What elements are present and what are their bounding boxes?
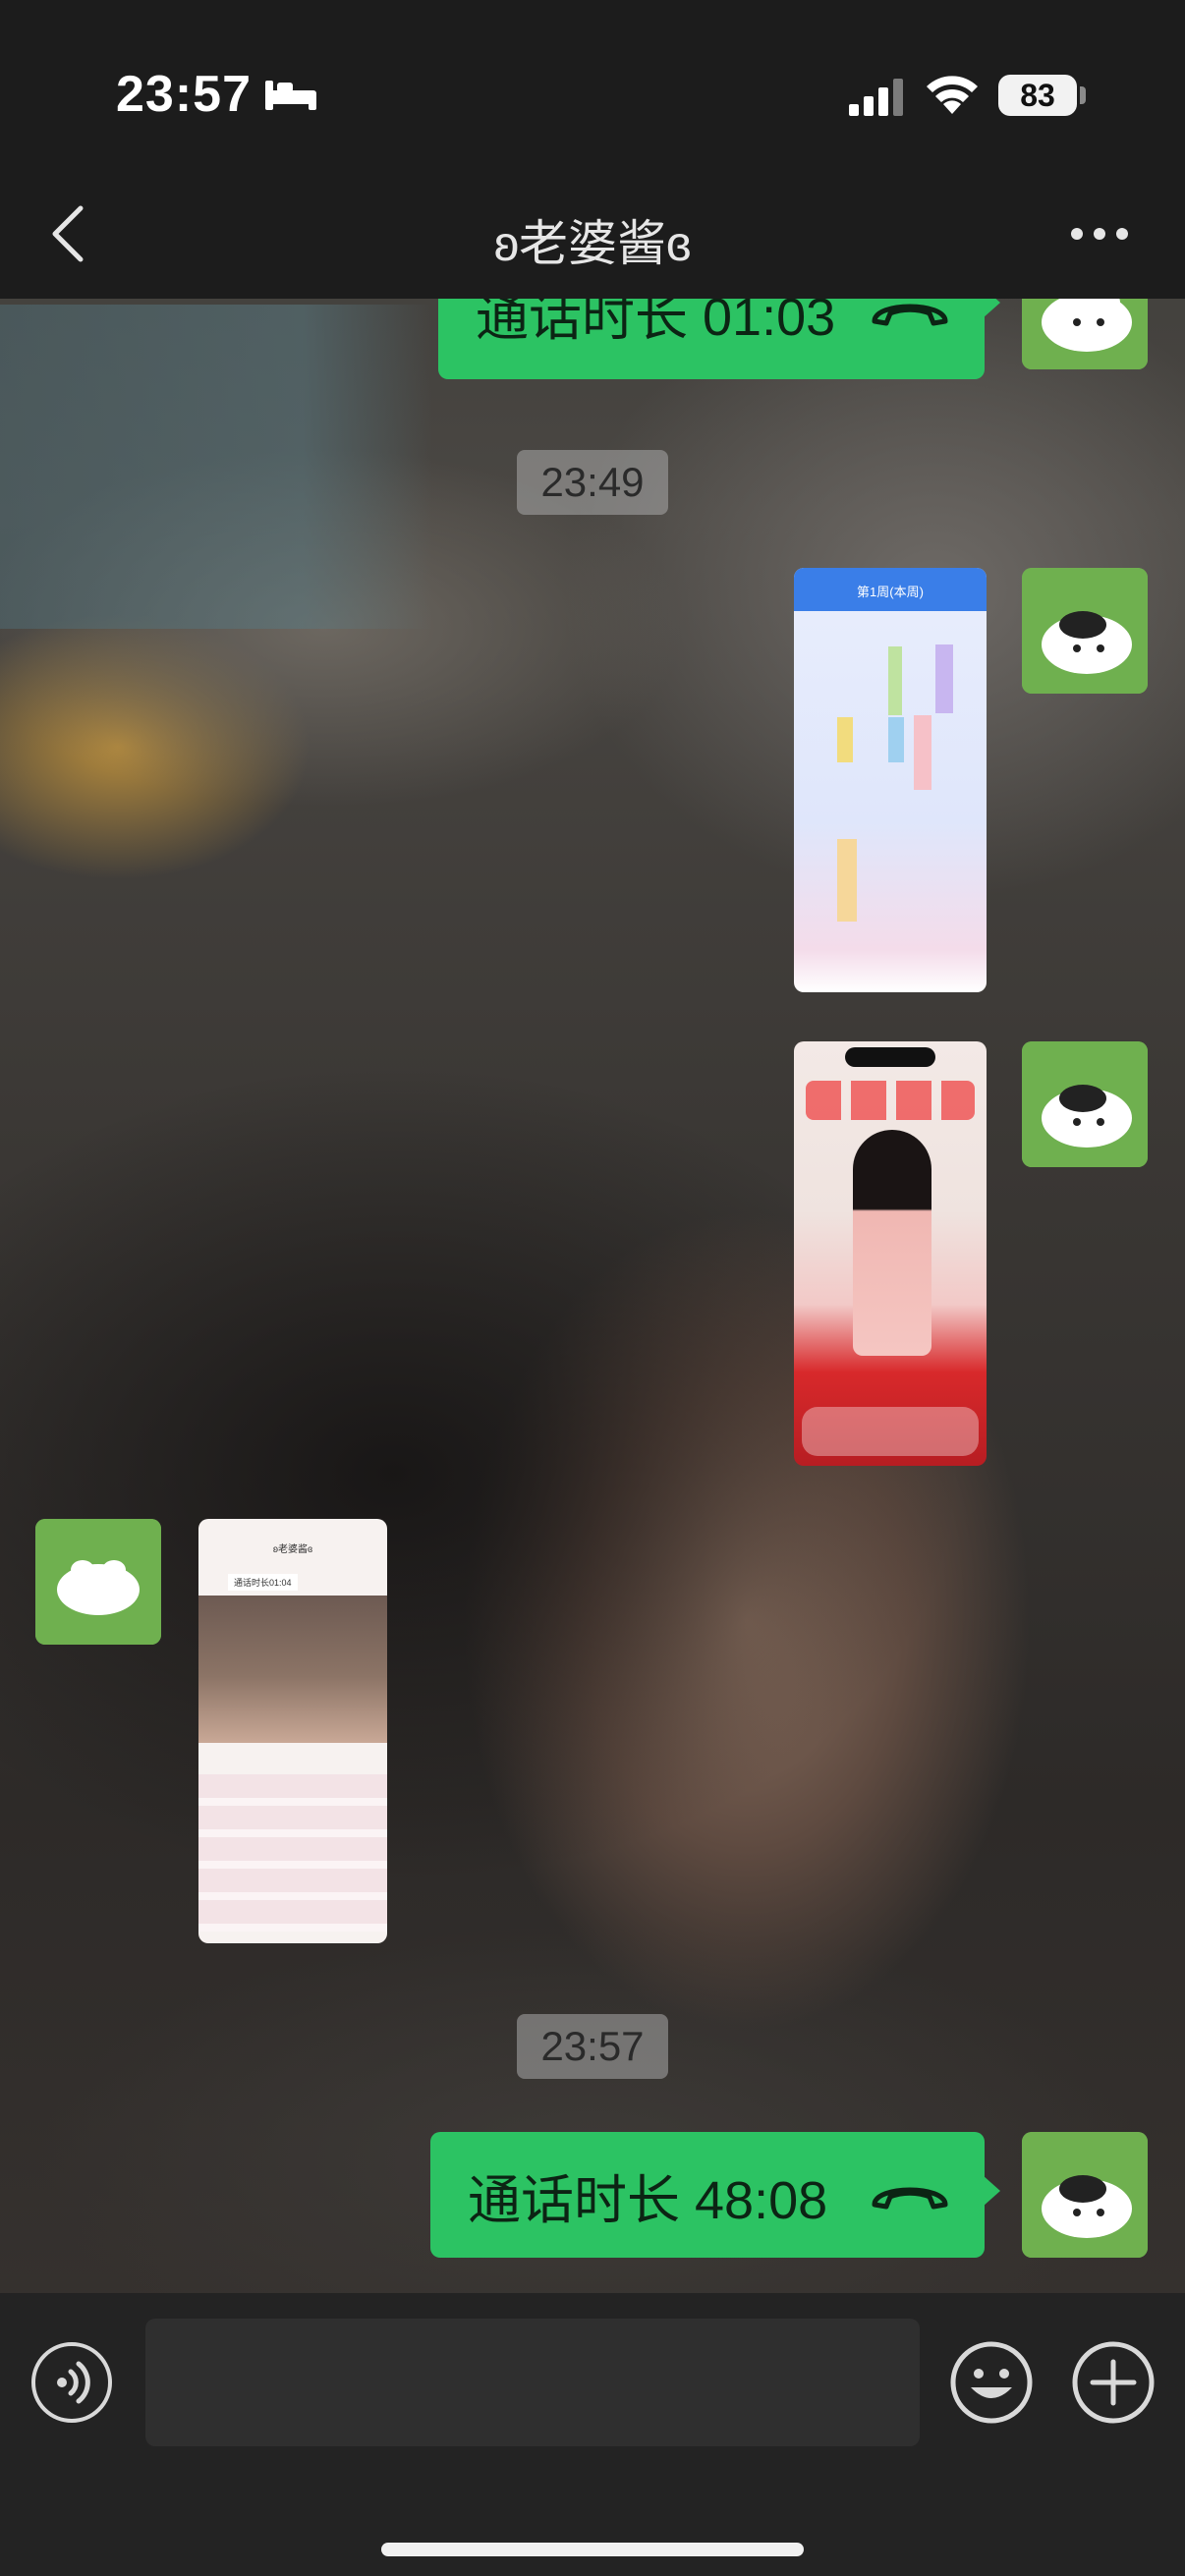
my-avatar[interactable] [1022,568,1148,694]
chat-input-bar [0,2293,1185,2576]
schedule-block [837,717,853,762]
message-list[interactable]: 通话时长 01:03 23:49 第1周(本周) ʚ老婆酱ɞ 通话时长01:04… [0,299,1185,2293]
screenshot-header: 第1周(本周) [794,568,987,611]
contact-avatar[interactable] [35,1519,161,1645]
image-message-chat[interactable]: ʚ老婆酱ɞ 通话时长01:04 [198,1519,387,1943]
home-indicator[interactable] [381,2543,804,2556]
bubble-tail [983,299,1000,318]
app-icon-grid [806,1081,975,1120]
more-options-icon[interactable] [1069,224,1130,244]
schedule-block [888,646,902,715]
call-duration-bubble[interactable]: 通话时长 48:08 [430,2132,1000,2258]
image-message-schedule[interactable]: 第1周(本周) [794,568,987,992]
schedule-block [935,644,953,713]
sleep-focus-icon [265,81,316,110]
hang-up-phone-icon [872,304,948,326]
chat-header: ʚ老婆酱ɞ [0,187,1185,299]
my-avatar[interactable] [1022,1041,1148,1167]
timestamp-label: 23:57 [517,2014,668,2079]
dock [802,1407,979,1456]
voice-waves-icon [57,2361,90,2404]
screenshot-title: ʚ老婆酱ɞ [272,1544,313,1555]
bubble-tail [983,2175,1000,2207]
screenshot-photo [198,1596,387,1743]
wifi-icon [927,76,978,114]
my-avatar[interactable] [1022,2132,1148,2258]
hang-up-phone-icon [872,2187,948,2210]
timestamp-label: 23:49 [517,450,668,515]
screenshot-dynamic-island [845,1047,935,1067]
screenshot-call: 通话时长01:04 [228,1574,298,1591]
emoji-icon[interactable] [949,2340,1034,2425]
chat-title: ʚ老婆酱ɞ [493,216,692,271]
schedule-block [888,717,904,762]
call-duration-bubble[interactable]: 通话时长 01:03 [438,299,1000,379]
call-duration-text: 通话时长 01:03 [476,299,836,347]
schedule-block [837,839,857,922]
schedule-block [914,715,931,790]
cellular-signal-icon [849,79,903,116]
voice-input-button[interactable] [31,2342,112,2423]
battery-tip [1080,86,1086,104]
add-more-icon[interactable] [1071,2340,1156,2425]
message-input[interactable] [145,2319,920,2446]
status-time: 23:57 [116,66,252,123]
my-avatar[interactable] [1022,299,1148,369]
call-duration-text: 通话时长 48:08 [468,2170,828,2230]
status-bar: 23:57 83 [0,0,1185,187]
screenshot-keyboard [198,1774,387,1932]
wallpaper-figure [853,1130,931,1356]
image-message-homescreen[interactable] [794,1041,987,1466]
battery-level: 83 [998,75,1077,116]
